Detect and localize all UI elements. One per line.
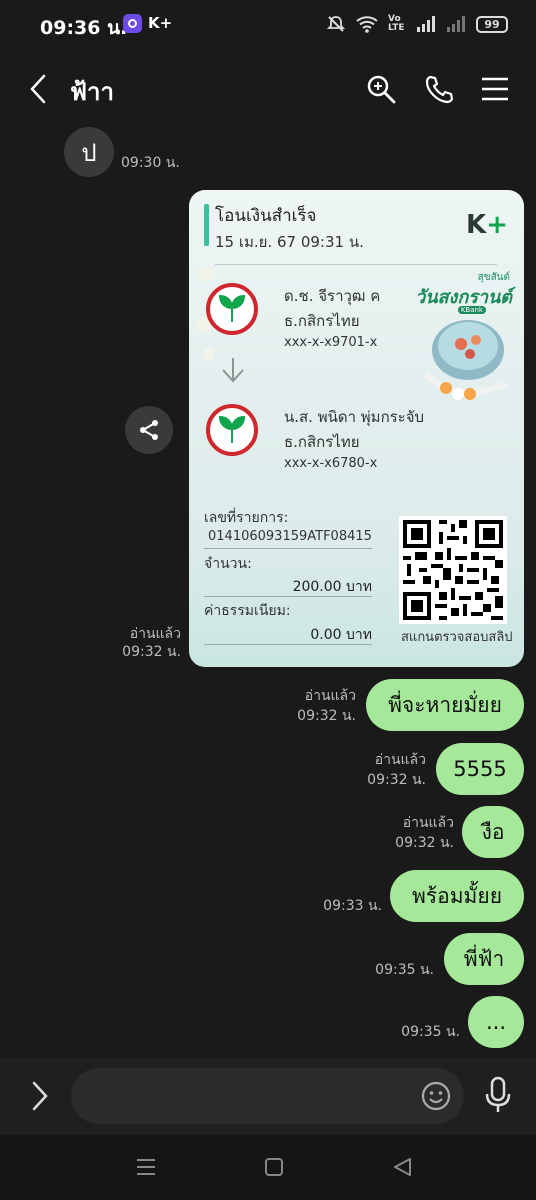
menu-icon[interactable] (481, 76, 509, 102)
share-icon (140, 420, 158, 440)
songkran-promo-art: สุขสันต์ วันสงกรานต์ KBank (406, 268, 516, 418)
status-time: 09:36 น. (40, 17, 128, 39)
transfer-slip-card[interactable]: โอนเงินสำเร็จ 15 เม.ย. 67 09:31 น. K+ สุ… (189, 190, 524, 667)
slip-title: โอนเงินสำเร็จ (215, 206, 317, 226)
sender-name: ด.ช. จีราวุฒ ค (284, 287, 381, 305)
divider (204, 548, 372, 549)
battery-icon: 99 (476, 15, 508, 33)
message-bubble[interactable]: 5555 (436, 743, 524, 795)
qr-caption: สแกนตรวจสอบสลิป (401, 630, 513, 645)
read-receipt: อ่านแล้ว (402, 815, 454, 831)
message-time: 09:30 น. (121, 155, 180, 171)
kbank-logo-icon (206, 283, 258, 335)
message-bubble[interactable]: พี่จะหายมั่ยย (366, 679, 524, 731)
wifi-icon (356, 16, 378, 33)
ref-label: เลขที่รายการ: (204, 510, 289, 526)
amount-value: 200.00 บาท (292, 579, 372, 595)
message-bubble[interactable]: ... (468, 996, 524, 1048)
message-time: 09:35 น. (375, 962, 434, 978)
qr-code[interactable] (399, 516, 507, 624)
message-time: 09:35 น. (401, 1024, 460, 1040)
read-receipt: อ่านแล้ว (374, 752, 426, 768)
message-bubble[interactable]: งือ (462, 806, 524, 858)
sender-bank: ธ.กสิกรไทย (284, 312, 360, 330)
message-bubble[interactable]: พร้อมมั้ยย (390, 870, 524, 922)
back-nav-icon[interactable] (392, 1157, 412, 1177)
mute-icon (326, 16, 346, 32)
app-notification-icon (123, 14, 142, 33)
emoji-icon[interactable] (420, 1080, 452, 1112)
arrow-down-icon (222, 358, 244, 383)
status-icons: Vo LTE 99 (326, 14, 508, 34)
kplus-k: K (466, 210, 487, 240)
kbank-logo-icon (206, 404, 258, 456)
microphone-icon[interactable] (484, 1076, 512, 1114)
divider (204, 596, 372, 597)
kplus-logo: K+ (466, 210, 508, 240)
signal-icon (417, 16, 435, 32)
message-bubble[interactable]: พี่ฟ้า (444, 933, 524, 985)
slip-datetime: 15 เม.ย. 67 09:31 น. (215, 233, 364, 251)
fee-value: 0.00 บาท (310, 627, 372, 643)
water-bowl-icon (423, 320, 508, 400)
contact-avatar[interactable]: ป (64, 127, 114, 177)
back-icon[interactable] (28, 74, 48, 104)
promo-tag: KBank (457, 306, 486, 314)
message-time: 09:32 น. (297, 708, 356, 724)
message-time: 09:33 น. (323, 898, 382, 914)
message-time: 09:32 น. (395, 835, 454, 851)
message-time: 09:32 น. (122, 644, 181, 660)
phone-icon[interactable] (424, 74, 454, 104)
recents-icon[interactable] (136, 1157, 156, 1177)
share-button[interactable] (125, 406, 173, 454)
message-time: 09:32 น. (367, 772, 426, 788)
kplus-notification-icon: K+ (148, 14, 173, 32)
ref-value: 014106093159ATF08415 (208, 529, 372, 544)
search-icon[interactable] (366, 74, 396, 104)
signal-2-icon (447, 16, 465, 32)
sender-account: xxx-x-x9701-x (284, 335, 378, 350)
divider (215, 264, 497, 265)
divider (204, 644, 372, 645)
home-icon[interactable] (264, 1157, 284, 1177)
kplus-plus: + (486, 210, 508, 240)
accent-bar (204, 204, 209, 246)
chat-title: ฟ้าา (70, 78, 114, 106)
amount-label: จำนวน: (204, 556, 252, 572)
message-input[interactable] (71, 1068, 464, 1124)
read-receipt: อ่านแล้ว (129, 626, 181, 642)
receiver-account: xxx-x-x6780-x (284, 456, 378, 471)
receiver-name: น.ส. พนิดา พุ่มกระจับ (284, 408, 425, 426)
volte-icon: Vo LTE (388, 14, 405, 33)
receiver-bank: ธ.กสิกรไทย (284, 433, 360, 451)
chevron-right-icon[interactable] (30, 1081, 50, 1111)
fee-label: ค่าธรรมเนียม: (204, 603, 291, 619)
read-receipt: อ่านแล้ว (304, 688, 356, 704)
